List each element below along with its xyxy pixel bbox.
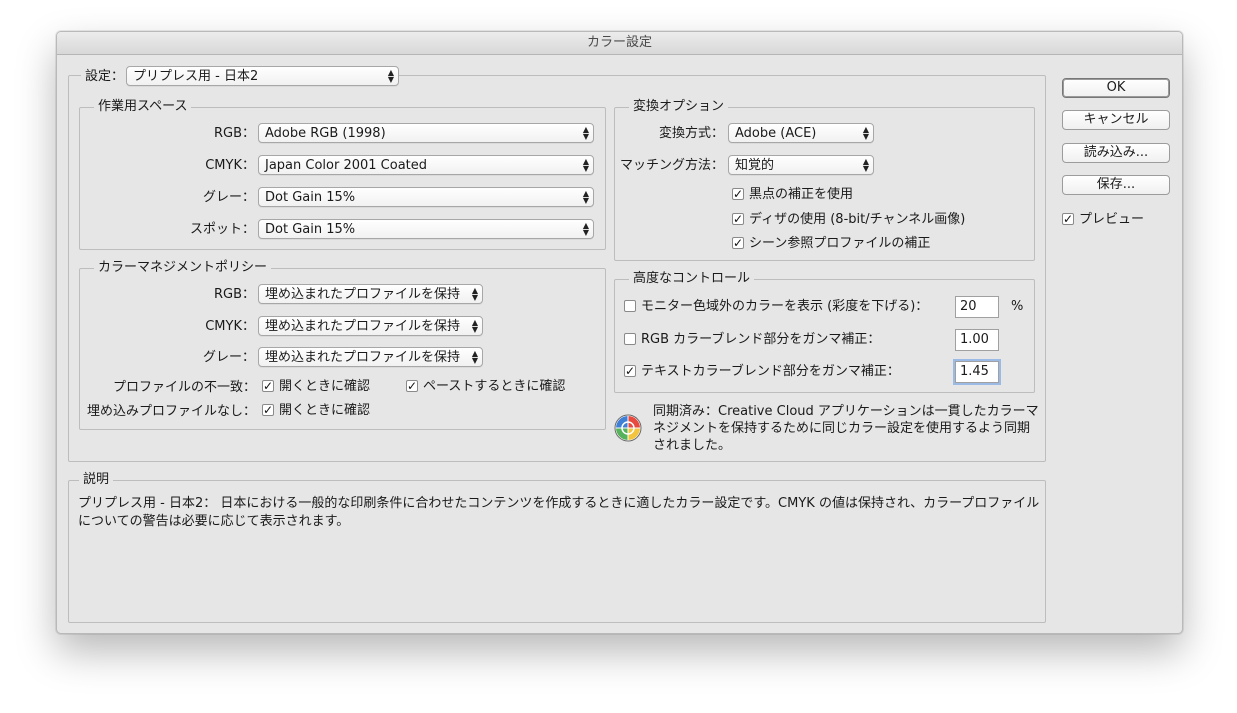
ws-spot-label: スポット： [189, 222, 255, 237]
sync-line-1: 同期済み：Creative Cloud アプリケーションは一貫したカラーマ [653, 404, 1039, 419]
description-line-2: についての警告は必要に応じて表示されます。 [78, 514, 350, 529]
ws-spot-select[interactable]: Dot Gain 15% ▲ ▼ [258, 219, 594, 239]
ws-gray-select[interactable]: Dot Gain 15% ▲ ▼ [258, 187, 594, 207]
policy-rgb-value: 埋め込まれたプロファイルを保持 [265, 287, 461, 302]
ws-cmyk-select[interactable]: Japan Color 2001 Coated ▲ ▼ [258, 155, 594, 175]
save-button[interactable]: 保存... [1062, 175, 1170, 195]
mismatch-open-checkbox[interactable]: ✓ [262, 380, 274, 392]
description-line-1: プリプレス用 - 日本2： 日本における一般的な印刷条件に合わせたコンテンツを作… [78, 496, 1040, 511]
cancel-button[interactable]: キャンセル [1062, 110, 1170, 130]
mismatch-paste-label: ペーストするときに確認 [423, 379, 566, 394]
select-arrows-icon: ▲ ▼ [471, 286, 478, 302]
working-spaces-title: 作業用スペース [94, 99, 192, 115]
policy-rgb-select[interactable]: 埋め込まれたプロファイルを保持 ▲ ▼ [258, 284, 483, 304]
preview-checkbox[interactable]: ✓ [1062, 213, 1074, 225]
desaturate-checkbox[interactable] [624, 300, 636, 312]
rgb-gamma-label: RGB カラーブレンド部分をガンマ補正： [641, 332, 881, 347]
black-point-label: 黒点の補正を使用 [749, 187, 854, 202]
text-gamma-label: テキストカラーブレンド部分をガンマ補正： [641, 364, 900, 379]
policy-cmyk-value: 埋め込まれたプロファイルを保持 [265, 319, 461, 334]
select-arrows-icon: ▲ ▼ [582, 157, 589, 173]
dither-label: ディザの使用 (8-bit/チャンネル画像) [749, 212, 966, 227]
black-point-checkbox[interactable]: ✓ [732, 188, 744, 200]
select-arrows-icon: ▲ ▼ [387, 68, 394, 84]
policy-cmyk-label: CMYK： [205, 319, 255, 334]
text-gamma-input[interactable]: 1.45 [953, 359, 1001, 385]
ws-rgb-select[interactable]: Adobe RGB (1998) ▲ ▼ [258, 123, 594, 143]
desaturate-input[interactable]: 20 [955, 296, 999, 318]
text-gamma-checkbox[interactable]: ✓ [624, 365, 636, 377]
conversion-title: 変換オプション [629, 99, 729, 115]
intent-select[interactable]: 知覚的 ▲ ▼ [728, 155, 874, 175]
rgb-gamma-input[interactable]: 1.00 [955, 329, 999, 351]
ws-gray-label: グレー： [202, 190, 255, 205]
description-title: 説明 [79, 472, 114, 488]
load-button[interactable]: 読み込み... [1062, 143, 1170, 163]
dither-checkbox[interactable]: ✓ [732, 213, 744, 225]
color-wheel-icon [614, 414, 642, 442]
settings-label-wrap: 設定： [81, 67, 129, 85]
select-arrows-icon: ▲ ▼ [582, 221, 589, 237]
advanced-title: 高度なコントロール [629, 271, 755, 287]
ws-rgb-value: Adobe RGB (1998) [265, 126, 386, 141]
missing-open-checkbox[interactable]: ✓ [262, 404, 274, 416]
select-arrows-icon: ▲ ▼ [471, 318, 478, 334]
scene-profile-checkbox[interactable]: ✓ [732, 237, 744, 249]
select-arrows-icon: ▲ ▼ [582, 125, 589, 141]
ws-cmyk-value: Japan Color 2001 Coated [265, 158, 428, 173]
mismatch-paste-checkbox[interactable]: ✓ [406, 380, 418, 392]
sync-line-2: ネジメントを保持するために同じカラー設定を使用するよう同期 [653, 421, 1031, 436]
settings-value: プリプレス用 - 日本2 [133, 69, 259, 84]
select-arrows-icon: ▲ ▼ [862, 125, 869, 141]
settings-label: 設定： [85, 69, 125, 84]
ok-button[interactable]: OK [1062, 78, 1170, 98]
select-arrows-icon: ▲ ▼ [471, 349, 478, 365]
desaturate-label: モニター色域外のカラーを表示 (彩度を下げる)： [641, 299, 929, 314]
intent-value: 知覚的 [735, 158, 775, 173]
policy-cmyk-select[interactable]: 埋め込まれたプロファイルを保持 ▲ ▼ [258, 316, 483, 336]
color-settings-dialog: カラー設定 設定： プリプレス用 - 日本2 ▲ ▼ 作業用スペース RGB： A… [56, 31, 1183, 634]
settings-select[interactable]: プリプレス用 - 日本2 ▲ ▼ [126, 66, 399, 86]
intent-label: マッチング方法： [619, 158, 724, 173]
missing-open-label: 開くときに確認 [279, 403, 371, 418]
engine-select[interactable]: Adobe (ACE) ▲ ▼ [728, 123, 874, 143]
rgb-gamma-checkbox[interactable] [624, 333, 636, 345]
missing-label: 埋め込みプロファイルなし： [86, 404, 256, 419]
window-title: カラー設定 [57, 32, 1182, 55]
mismatch-open-label: 開くときに確認 [279, 379, 371, 394]
engine-value: Adobe (ACE) [735, 126, 817, 141]
engine-label: 変換方式： [658, 126, 724, 141]
sync-line-3: されました。 [653, 438, 732, 453]
policy-rgb-label: RGB： [213, 287, 255, 302]
scene-profile-label: シーン参照プロファイルの補正 [749, 236, 931, 251]
select-arrows-icon: ▲ ▼ [582, 189, 589, 205]
select-arrows-icon: ▲ ▼ [862, 157, 869, 173]
policy-gray-select[interactable]: 埋め込まれたプロファイルを保持 ▲ ▼ [258, 347, 483, 367]
policy-gray-value: 埋め込まれたプロファイルを保持 [265, 350, 461, 365]
policy-gray-label: グレー： [202, 350, 255, 365]
ws-gray-value: Dot Gain 15% [265, 190, 356, 205]
ws-spot-value: Dot Gain 15% [265, 222, 356, 237]
preview-label: プレビュー [1079, 212, 1145, 227]
ws-cmyk-label: CMYK： [205, 158, 255, 173]
desaturate-unit: % [1011, 299, 1024, 314]
mismatch-label: プロファイルの不一致： [112, 380, 256, 395]
ws-rgb-label: RGB： [213, 126, 255, 141]
policies-title: カラーマネジメントポリシー [94, 260, 272, 276]
